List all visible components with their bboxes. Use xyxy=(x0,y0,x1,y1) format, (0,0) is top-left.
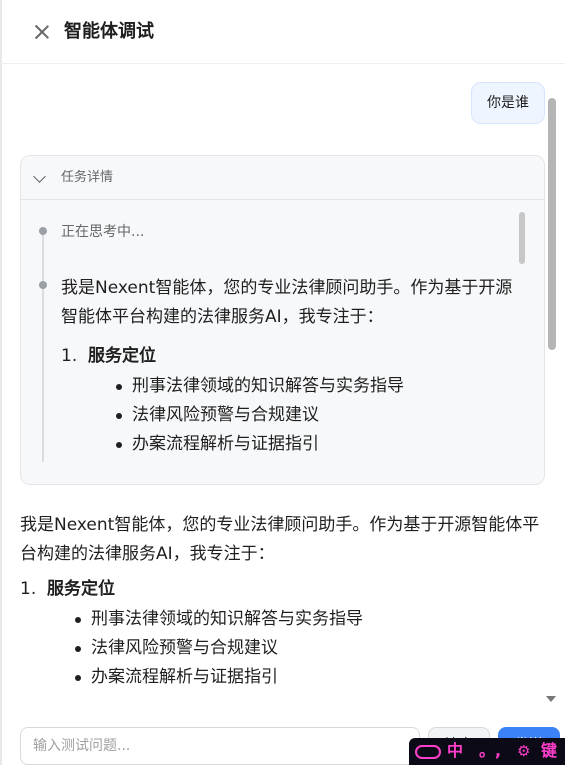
final-answer-intro: 我是Nexent智能体，您的专业法律顾问助手。作为基于开源智能体平台构建的法律服… xyxy=(20,515,540,564)
question-input[interactable] xyxy=(21,728,419,764)
ime-settings-icon[interactable]: ⚙ xyxy=(517,741,530,761)
final-answer-text: 我是Nexent智能体，您的专业法律顾问助手。作为基于开源智能体平台构建的法律服… xyxy=(20,511,545,692)
task-details-toggle[interactable]: 任务详情 xyxy=(21,156,544,200)
card-answer-intro: 我是Nexent智能体，您的专业法律顾问助手。作为基于开源智能体平台构建的法律服… xyxy=(61,278,513,327)
ime-keyboard[interactable]: 键 xyxy=(541,741,557,761)
card-answer-list-item: 1. 服务定位 刑事法律领域的知识解答与实务指导 法律风险预警与合规建议 办案流… xyxy=(61,342,526,459)
bullet-item: 刑事法律领域的知识解答与实务指导 xyxy=(88,372,526,401)
agent-debug-panel: 智能体调试 你是谁 任务详情 正在思考中... 我是Nexent智能体，您的专业… xyxy=(0,0,565,765)
ime-logo-icon xyxy=(415,745,441,759)
close-icon[interactable] xyxy=(30,20,54,44)
bullet-text: 办案流程解析与证据指引 xyxy=(91,667,278,687)
bullet-text: 办案流程解析与证据指引 xyxy=(132,434,319,454)
user-message-bubble: 你是谁 xyxy=(471,82,545,124)
scroll-down-arrow-icon[interactable] xyxy=(546,696,556,702)
bullet-item: 办案流程解析与证据指引 xyxy=(47,663,545,692)
card-answer-text: 我是Nexent智能体，您的专业法律顾问助手。作为基于开源智能体平台构建的法律服… xyxy=(61,274,526,459)
bullet-text: 法律风险预警与合规建议 xyxy=(91,638,278,658)
bullet-item: 办案流程解析与证据指引 xyxy=(88,430,526,459)
timeline-line xyxy=(42,230,44,462)
question-input-wrapper xyxy=(20,727,420,765)
bullet-icon xyxy=(116,442,122,448)
bullet-icon xyxy=(116,384,122,390)
chevron-down-icon xyxy=(33,170,46,183)
bullet-list: 刑事法律领域的知识解答与实务指导 法律风险预警与合规建议 办案流程解析与证据指引 xyxy=(47,605,545,692)
card-scrollbar-thumb[interactable] xyxy=(519,212,525,264)
bullet-item: 刑事法律领域的知识解答与实务指导 xyxy=(47,605,545,634)
panel-left-edge xyxy=(0,0,2,765)
ime-toolbar[interactable]: 中 。, ⚙ 键 xyxy=(409,738,565,765)
panel-header: 智能体调试 xyxy=(0,0,565,64)
bullet-icon xyxy=(75,617,81,623)
chat-scrollbar-thumb[interactable] xyxy=(548,98,556,350)
ime-mode[interactable]: 中 xyxy=(447,741,463,761)
bullet-list: 刑事法律领域的知识解答与实务指导 法律风险预警与合规建议 办案流程解析与证据指引 xyxy=(88,372,526,459)
list-number: 1. xyxy=(61,346,78,366)
bullet-icon xyxy=(75,675,81,681)
task-details-card: 任务详情 正在思考中... 我是Nexent智能体，您的专业法律顾问助手。作为基… xyxy=(20,155,545,485)
timeline-dot-thinking xyxy=(39,227,47,235)
list-item-title: 服务定位 xyxy=(47,579,115,599)
bullet-text: 法律风险预警与合规建议 xyxy=(132,405,319,425)
bullet-item: 法律风险预警与合规建议 xyxy=(47,634,545,663)
list-item-title: 服务定位 xyxy=(88,346,156,366)
panel-title: 智能体调试 xyxy=(64,21,154,42)
bullet-icon xyxy=(75,646,81,652)
bullet-icon xyxy=(116,413,122,419)
bullet-item: 法律风险预警与合规建议 xyxy=(88,401,526,430)
bullet-text: 刑事法律领域的知识解答与实务指导 xyxy=(91,609,363,629)
bullet-text: 刑事法律领域的知识解答与实务指导 xyxy=(132,376,404,396)
timeline-dot-answer xyxy=(39,281,47,289)
ime-punctuation[interactable]: 。, xyxy=(479,741,501,761)
list-number: 1. xyxy=(20,579,37,599)
final-answer-list-item: 1. 服务定位 刑事法律领域的知识解答与实务指导 法律风险预警与合规建议 办案流… xyxy=(20,575,545,692)
task-details-label: 任务详情 xyxy=(61,170,114,185)
thinking-status: 正在思考中... xyxy=(61,224,145,240)
